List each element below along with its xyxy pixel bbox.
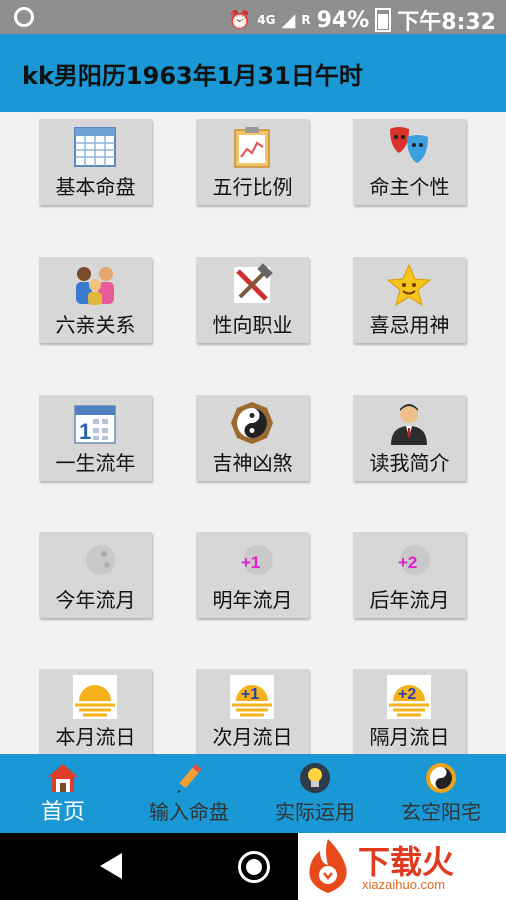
tab-feng-shui[interactable]: 玄空阳宅 [378, 754, 504, 833]
badge: +1 [241, 553, 260, 572]
network-type: 4G [257, 13, 276, 27]
table-icon [74, 127, 116, 167]
tile-label: 次月流日 [212, 725, 293, 749]
flame-logo-icon [309, 839, 347, 893]
moon-phase-plus2-icon: +2 [387, 543, 430, 577]
tile-label: 后年流月 [369, 588, 450, 612]
tab-label: 玄空阳宅 [401, 800, 481, 824]
tile-basic-chart[interactable]: 基本命盘 [39, 119, 152, 205]
yin-yang-icon [426, 763, 456, 793]
sunrise-icon [73, 675, 117, 719]
bottom-tab-bar: 首页 输入命盘 实际运用 玄空阳宅 [0, 754, 506, 833]
tile-good-bad-stars[interactable]: 吉神凶煞 [196, 395, 309, 481]
badge: +1 [241, 686, 259, 703]
app-header: kk男阳历1963年1月31日午时 [0, 34, 506, 112]
tab-input-chart[interactable]: 输入命盘 [126, 754, 252, 833]
battery-percent: 94% [316, 7, 370, 33]
tile-label: 本月流日 [55, 725, 136, 749]
family-icon [76, 267, 114, 305]
watermark-url: xiazaihuo.com [362, 877, 446, 892]
notification-icon [14, 7, 34, 27]
tile-label: 隔月流日 [369, 725, 450, 749]
home-button-icon[interactable] [238, 851, 270, 883]
sunrise-plus1-icon: +1 [230, 675, 274, 719]
signal-icon: ◢ [281, 9, 296, 31]
status-right: ⏰ 4G ◢ R 94% 下午8:32 [229, 4, 496, 36]
tile-lifetime-years[interactable]: 1 一生流年 [39, 395, 152, 481]
home-icon [48, 764, 78, 792]
pencil-icon [177, 763, 202, 793]
tile-label: 命主个性 [369, 175, 450, 199]
clipboard-chart-icon [234, 127, 270, 168]
tile-this-month-days[interactable]: 本月流日 [39, 669, 152, 754]
menu-grid: 基本命盘 五行比例 命主个性 六亲关系 性向职业 喜忌用神 1 一生流年 吉神凶… [0, 112, 506, 754]
tile-family-relations[interactable]: 六亲关系 [39, 257, 152, 343]
tile-label: 吉神凶煞 [212, 451, 293, 475]
tile-label: 明年流月 [212, 588, 293, 612]
sunrise-plus2-icon: +2 [387, 675, 431, 719]
theater-masks-icon [390, 127, 428, 163]
moon-phase-icon [73, 543, 116, 577]
badge: +2 [398, 553, 417, 572]
tab-label: 输入命盘 [149, 800, 229, 824]
tile-five-elements[interactable]: 五行比例 [196, 119, 309, 205]
svg-text:1: 1 [79, 419, 91, 444]
watermark: 下载火 xiazaihuo.com [298, 833, 506, 900]
tile-about-me[interactable]: 读我简介 [353, 395, 466, 481]
tile-month-after-days[interactable]: +2 隔月流日 [353, 669, 466, 754]
tile-personality[interactable]: 命主个性 [353, 119, 466, 205]
moon-phase-plus1-icon: +1 [230, 543, 273, 577]
tile-label: 今年流月 [55, 588, 136, 612]
tile-next-month-days[interactable]: +1 次月流日 [196, 669, 309, 754]
tools-icon [234, 263, 273, 303]
tile-next-year-months[interactable]: +1 明年流月 [196, 532, 309, 618]
tab-practical-use[interactable]: 实际运用 [252, 754, 378, 833]
clock: 下午8:32 [397, 10, 496, 35]
alarm-icon: ⏰ [228, 9, 252, 31]
star-icon [387, 263, 431, 307]
tile-label: 六亲关系 [55, 313, 136, 337]
person-icon [391, 404, 427, 445]
tile-label: 读我简介 [369, 451, 450, 475]
yin-yang-icon [231, 402, 273, 444]
tile-year-after-months[interactable]: +2 后年流月 [353, 532, 466, 618]
tab-label: 首页 [40, 800, 85, 825]
tile-favorable-god[interactable]: 喜忌用神 [353, 257, 466, 343]
tile-career[interactable]: 性向职业 [196, 257, 309, 343]
lightbulb-icon [300, 763, 330, 793]
roaming-indicator: R [301, 13, 311, 27]
tile-label: 一生流年 [55, 451, 136, 475]
status-bar: ⏰ 4G ◢ R 94% 下午8:32 [0, 0, 506, 36]
badge: +2 [398, 686, 416, 703]
battery-icon [375, 8, 392, 32]
tile-label: 五行比例 [212, 175, 293, 199]
tab-label: 实际运用 [275, 800, 355, 824]
page-title: kk男阳历1963年1月31日午时 [22, 62, 363, 90]
tile-label: 喜忌用神 [369, 313, 450, 337]
tile-label: 基本命盘 [55, 175, 136, 199]
back-icon[interactable] [100, 853, 122, 879]
tile-label: 性向职业 [212, 313, 293, 337]
tab-home[interactable]: 首页 [0, 754, 126, 833]
calendar-icon: 1 [74, 405, 116, 444]
tile-this-year-months[interactable]: 今年流月 [39, 532, 152, 618]
